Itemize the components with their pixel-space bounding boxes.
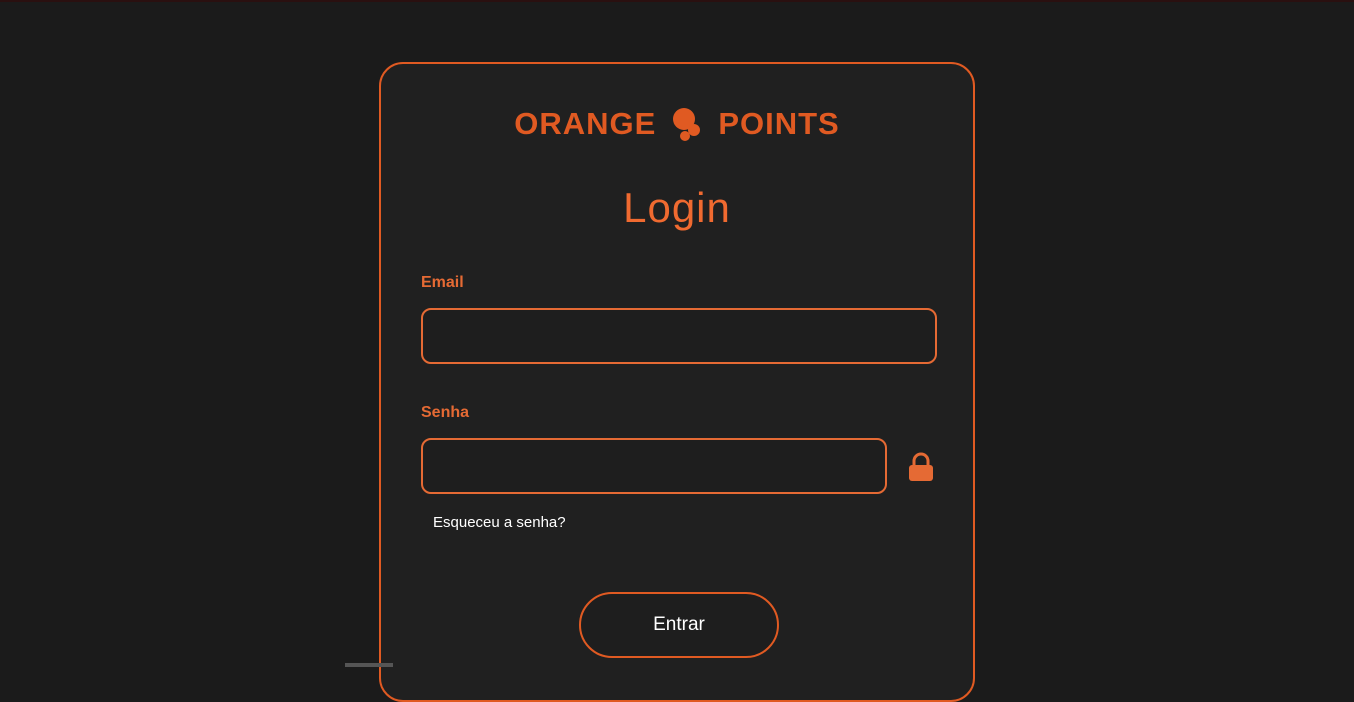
email-label: Email [421,274,464,291]
login-card: ORANGE POINTS Login Email Senha Esqueceu… [379,62,975,702]
brand-logo: ORANGE POINTS [381,106,973,142]
brand-name-right: POINTS [718,106,840,141]
orange-dots-logo-icon [673,108,701,141]
brand-name-left: ORANGE [514,106,657,141]
email-field[interactable] [421,308,937,364]
password-label: Senha [421,404,470,421]
top-edge-line [0,0,1354,2]
page-title: Login [623,184,731,231]
horizontal-scrollbar[interactable] [345,663,393,667]
lock-icon[interactable] [908,452,934,482]
password-field[interactable] [421,438,887,494]
submit-button[interactable]: Entrar [579,592,779,658]
forgot-password-link[interactable]: Esqueceu a senha? [433,514,566,531]
